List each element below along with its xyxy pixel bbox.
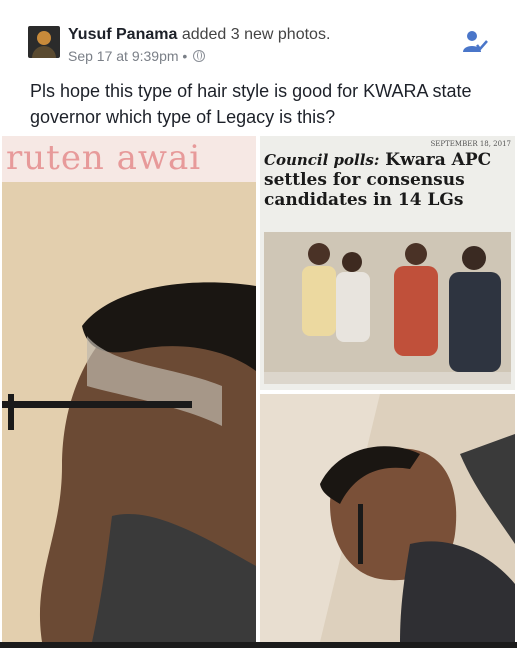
avatar-shoulders bbox=[32, 46, 56, 58]
author-name[interactable]: Yusuf Panama bbox=[68, 26, 177, 43]
bottom-bar bbox=[0, 642, 517, 648]
post-action: added 3 new photos. bbox=[177, 26, 331, 43]
newspaper-headline-c: candidates in 14 LGs bbox=[264, 190, 464, 210]
globe-icon[interactable] bbox=[193, 50, 206, 62]
photo-2-illustration bbox=[264, 232, 511, 372]
photo-grid: ruten awai SEPTEMBER 18, 2017 Council po… bbox=[0, 136, 517, 648]
newspaper-kicker: Council polls: bbox=[264, 151, 380, 169]
photo-2[interactable]: SEPTEMBER 18, 2017 Council polls: Kwara … bbox=[260, 136, 515, 390]
photo-1-illustration bbox=[2, 182, 256, 642]
friend-icon[interactable] bbox=[462, 30, 488, 54]
newspaper-headline-b: settles for consensus bbox=[264, 170, 465, 190]
post-header: Yusuf Panama added 3 new photos. Sep 17 … bbox=[28, 26, 498, 70]
meta-line: Sep 17 at 9:39pm • bbox=[68, 48, 206, 64]
post-card: Yusuf Panama added 3 new photos. Sep 17 … bbox=[0, 0, 517, 648]
avatar-head bbox=[37, 31, 51, 45]
avatar[interactable] bbox=[28, 26, 60, 58]
post-timestamp[interactable]: Sep 17 at 9:39pm bbox=[68, 48, 179, 64]
meta-separator: • bbox=[178, 48, 192, 64]
photo-3[interactable] bbox=[260, 394, 515, 642]
newspaper-caption: SEPTEMBER 18, 2017 Council polls: Kwara … bbox=[264, 140, 511, 210]
newspaper-headline-a: Kwara APC bbox=[379, 150, 492, 170]
photo-3-illustration bbox=[260, 394, 515, 642]
photo-1[interactable]: ruten awai bbox=[2, 136, 256, 642]
newspaper-date: SEPTEMBER 18, 2017 bbox=[430, 140, 511, 148]
author-line: Yusuf Panama added 3 new photos. bbox=[68, 26, 330, 44]
newspaper-caption-strip bbox=[264, 372, 511, 384]
post-text: Pls hope this type of hair style is good… bbox=[30, 81, 472, 127]
